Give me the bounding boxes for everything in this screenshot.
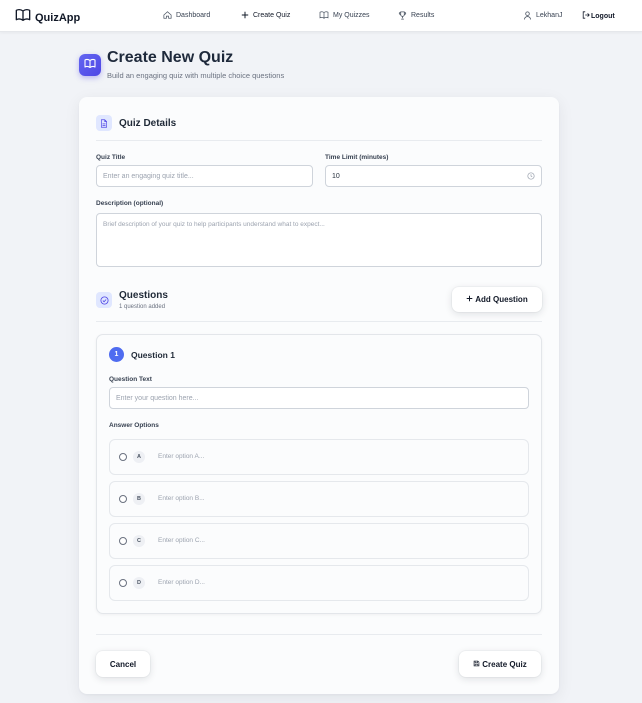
option-placeholder: Enter option A... [158, 453, 205, 460]
answer-option-d[interactable]: D Enter option D... [109, 565, 529, 601]
nav-dashboard[interactable]: Dashboard [163, 11, 210, 19]
option-letter: B [133, 493, 145, 505]
user-profile[interactable]: LekhanJ [523, 11, 562, 20]
brand-link[interactable]: QuizApp [15, 8, 80, 27]
correct-answer-radio[interactable] [119, 579, 127, 587]
divider [96, 321, 542, 322]
page-title: Create New Quiz [107, 49, 234, 66]
option-placeholder: Enter option C... [158, 537, 205, 544]
description-textarea[interactable]: Brief description of your quiz to help p… [96, 213, 542, 267]
questions-count: 1 question added [119, 304, 166, 310]
open-book-icon [84, 56, 96, 74]
description-label: Description (optional) [96, 200, 164, 207]
nav-results[interactable]: Results [398, 11, 434, 20]
divider [96, 634, 542, 635]
time-limit-value: 10 [332, 172, 340, 180]
option-letter: C [133, 535, 145, 547]
question-text-label: Question Text [109, 376, 152, 383]
nav-my-quizzes[interactable]: My Quizzes [319, 11, 370, 19]
option-letter: A [133, 451, 145, 463]
time-limit-input[interactable]: 10 [325, 165, 542, 187]
option-letter: D [133, 577, 145, 589]
question-text-input[interactable]: Enter your question here... [109, 387, 529, 409]
home-icon [163, 11, 172, 19]
quiz-title-placeholder: Enter an engaging quiz title... [103, 172, 194, 180]
nav-my-quizzes-label: My Quizzes [333, 11, 370, 19]
correct-answer-radio[interactable] [119, 495, 127, 503]
page-header-icon [79, 54, 101, 76]
description-placeholder: Brief description of your quiz to help p… [103, 221, 325, 228]
create-quiz-button[interactable]: Create Quiz [459, 651, 541, 677]
quiz-details-heading: Quiz Details [119, 118, 177, 129]
answer-option-a[interactable]: A Enter option A... [109, 439, 529, 475]
add-question-label: Add Question [475, 295, 528, 304]
question-title: Question 1 [131, 350, 175, 360]
trophy-icon [398, 11, 407, 20]
nav-results-label: Results [411, 12, 435, 19]
option-placeholder: Enter option D... [158, 579, 205, 586]
user-name: LekhanJ [536, 12, 563, 19]
questions-heading: Questions [119, 290, 168, 301]
brand-name: QuizApp [35, 11, 81, 24]
correct-answer-radio[interactable] [119, 453, 127, 461]
answer-options-label: Answer Options [109, 422, 159, 429]
plus-icon [466, 295, 473, 304]
quiz-title-label: Quiz Title [96, 154, 126, 161]
logout-button[interactable]: Logout [582, 11, 615, 21]
check-circle-icon [96, 292, 112, 308]
time-limit-label: Time Limit (minutes) [325, 154, 389, 161]
page-subtitle: Build an engaging quiz with multiple cho… [107, 71, 285, 80]
document-icon [96, 115, 112, 131]
create-quiz-label: Create Quiz [482, 659, 527, 669]
logout-label: Logout [591, 12, 615, 20]
logout-icon [582, 11, 590, 21]
correct-answer-radio[interactable] [119, 537, 127, 545]
nav-dashboard-label: Dashboard [176, 11, 211, 19]
option-placeholder: Enter option B... [158, 495, 205, 502]
create-quiz-card: Quiz Details Quiz Title Enter an engagin… [79, 97, 559, 694]
answer-option-c[interactable]: C Enter option C... [109, 523, 529, 559]
top-navbar: QuizApp Dashboard Create Quiz My Quizzes… [0, 0, 642, 32]
cancel-label: Cancel [109, 659, 137, 669]
user-icon [523, 11, 532, 20]
question-card: 1 Question 1 Question Text Enter your qu… [96, 334, 542, 614]
divider [96, 140, 542, 141]
add-question-button[interactable]: Add Question [452, 287, 542, 312]
question-text-placeholder: Enter your question here... [116, 394, 199, 402]
question-number-badge: 1 [109, 347, 124, 362]
plus-icon [241, 11, 249, 19]
nav-create-quiz[interactable]: Create Quiz [241, 11, 290, 19]
cancel-button[interactable]: Cancel [96, 651, 150, 677]
open-book-icon [15, 8, 31, 27]
nav-create-quiz-label: Create Quiz [253, 11, 291, 19]
answer-option-b[interactable]: B Enter option B... [109, 481, 529, 517]
quiz-title-input[interactable]: Enter an engaging quiz title... [96, 165, 313, 187]
book-icon [319, 11, 329, 19]
clock-icon [527, 172, 535, 182]
save-icon [473, 660, 480, 669]
